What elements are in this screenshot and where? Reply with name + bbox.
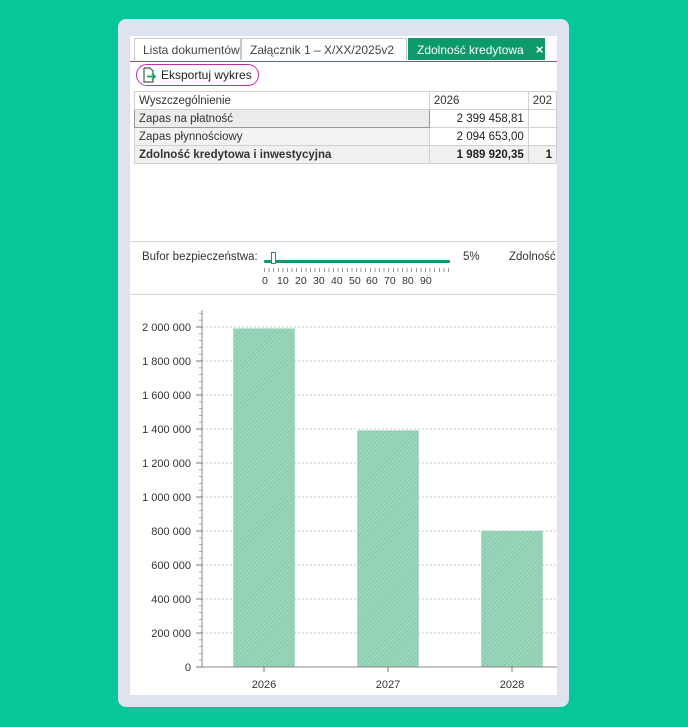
column-header[interactable]: 2026	[428, 91, 529, 110]
cell-value[interactable]: 2 399 458,81	[428, 109, 529, 128]
row-label[interactable]: Zapas na płatność	[134, 109, 430, 128]
tick-label: 70	[384, 275, 396, 287]
y-tick-label: 400 000	[151, 594, 191, 606]
cell-value[interactable]: 1 989 920,35	[428, 145, 529, 164]
tick-label: 20	[295, 275, 307, 287]
row-label[interactable]: Zapas płynnościowy	[134, 127, 430, 146]
y-tick-label: 1 800 000	[142, 356, 191, 368]
bar	[481, 530, 543, 668]
buffer-label: Bufor bezpieczeństwa:	[142, 251, 258, 263]
y-tick-label: 600 000	[151, 560, 191, 572]
credit-capacity-label: Zdolność k	[509, 251, 557, 263]
export-chart-label: Eksportuj wykres	[161, 68, 252, 82]
tick-label: 30	[313, 275, 325, 287]
y-tick-label: 0	[185, 662, 191, 674]
bar	[357, 430, 419, 668]
buffer-value: 5%	[463, 251, 480, 263]
tab-bar: Lista dokumentów Załącznik 1 – X/XX/2025…	[130, 36, 557, 62]
toolbar: Eksportuj wykres	[130, 62, 557, 90]
tick-label: 60	[366, 275, 378, 287]
table-row[interactable]: Zapas płynnościowy 2 094 653,00	[134, 127, 557, 146]
tick-label: 0	[262, 275, 268, 287]
buffer-slider-track[interactable]	[264, 260, 450, 263]
y-tick-label: 1 000 000	[142, 492, 191, 504]
slider-ticks	[264, 268, 450, 272]
table-row[interactable]: Zapas na płatność 2 399 458,81	[134, 109, 557, 128]
cell-value[interactable]: 1	[527, 145, 557, 164]
tab-attachment[interactable]: Załącznik 1 – X/XX/2025v2	[241, 38, 407, 60]
column-header[interactable]: 202	[527, 91, 557, 110]
bar-chart: 0 200 000 400 000 600 000 800 000 1 000 000 1 …	[142, 310, 557, 691]
y-tick-label: 1 200 000	[142, 458, 191, 470]
row-label[interactable]: Zdolność kredytowa i inwestycyjna	[134, 145, 430, 164]
buffer-slider-thumb[interactable]	[271, 252, 277, 264]
cell-value[interactable]	[527, 109, 557, 128]
export-file-icon	[143, 67, 157, 83]
table-row[interactable]: Zdolność kredytowa i inwestycyjna 1 989 …	[134, 145, 557, 164]
tab-label: Lista dokumentów	[143, 43, 240, 57]
data-grid: Wyszczególnienie 2026 202 Zapas na płatn…	[134, 91, 557, 164]
y-tick-label: 200 000	[151, 628, 191, 640]
cell-value[interactable]: 2 094 653,00	[428, 127, 529, 146]
buffer-slider-panel: Bufor bezpieczeństwa: 0 10 20 30 40 50 6…	[130, 242, 557, 292]
tick-label: 50	[349, 275, 361, 287]
close-icon[interactable]: ×	[536, 42, 544, 57]
y-tick-label: 1 600 000	[142, 390, 191, 402]
y-tick-label: 800 000	[151, 526, 191, 538]
column-header[interactable]: Wyszczególnienie	[134, 91, 430, 110]
tab-label: Zdolność kredytowa	[417, 43, 524, 57]
tab-document-list[interactable]: Lista dokumentów	[134, 38, 241, 60]
y-tick-label: 1 400 000	[142, 424, 191, 436]
cell-value[interactable]	[527, 127, 557, 146]
tick-label: 90	[420, 275, 432, 287]
app-window: Lista dokumentów Załącznik 1 – X/XX/2025…	[130, 36, 557, 695]
x-tick-label: 2027	[376, 679, 400, 691]
y-tick-label: 2 000 000	[142, 322, 191, 334]
tab-label: Załącznik 1 – X/XX/2025v2	[250, 43, 395, 57]
grid-header-row: Wyszczególnienie 2026 202	[134, 91, 557, 110]
x-tick-label: 2026	[252, 679, 276, 691]
bar	[233, 328, 295, 668]
tick-label: 40	[331, 275, 343, 287]
x-tick-label: 2028	[500, 679, 524, 691]
tick-label: 10	[277, 275, 289, 287]
tick-label: 80	[402, 275, 414, 287]
tab-credit-capacity[interactable]: Zdolność kredytowa ×	[408, 38, 545, 60]
export-chart-button[interactable]: Eksportuj wykres	[136, 64, 259, 86]
